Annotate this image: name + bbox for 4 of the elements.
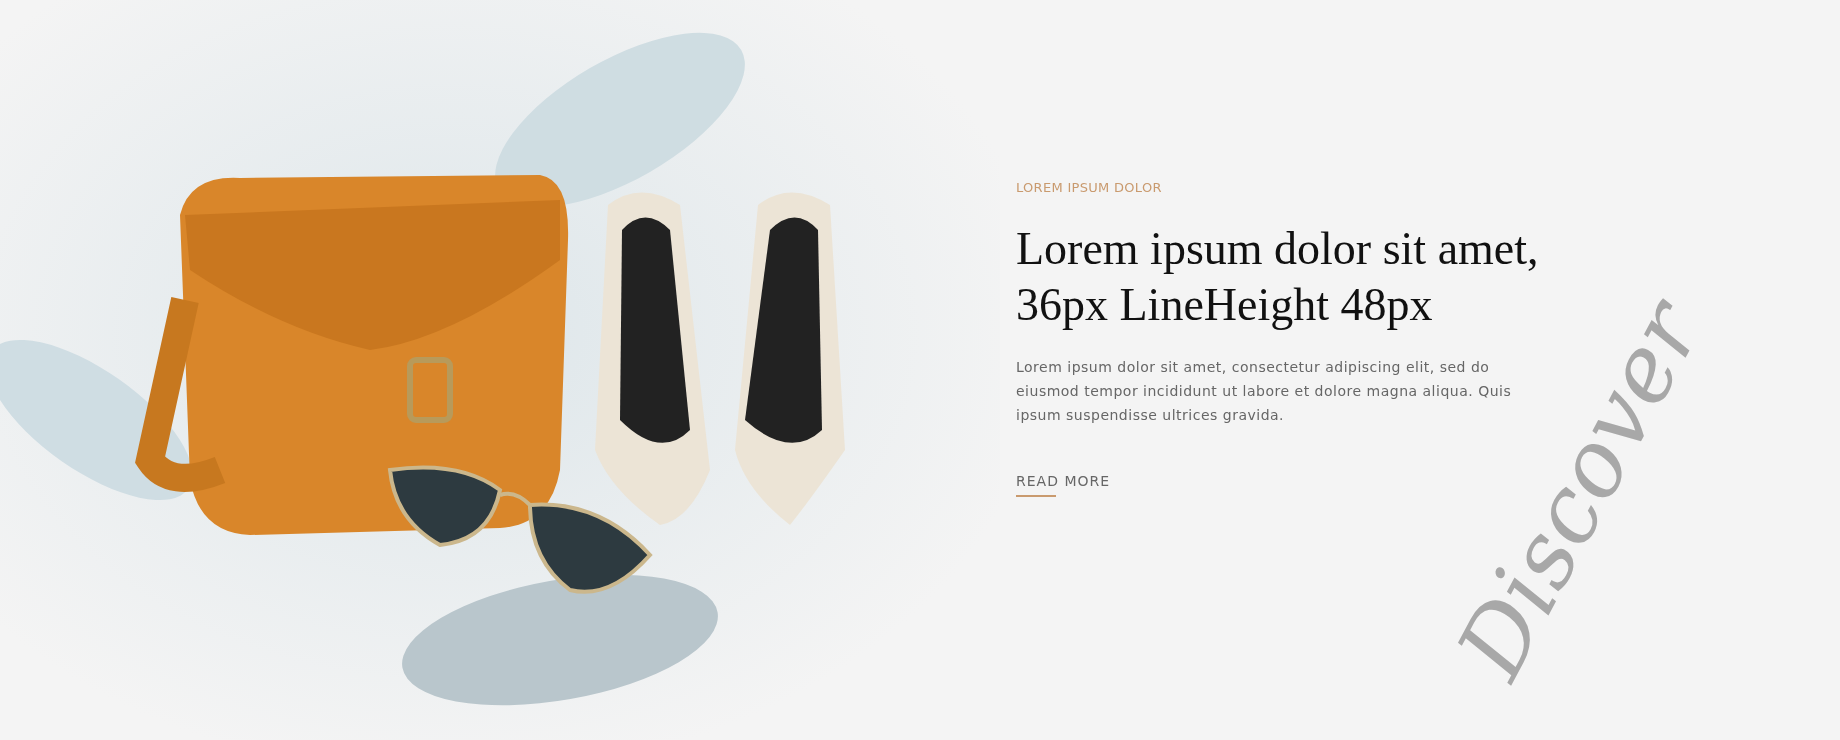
heading-line: 36px LineHeight 48px — [1016, 278, 1434, 332]
read-more-link[interactable]: READ MORE — [1016, 473, 1111, 497]
eyebrow-text: LOREM IPSUM DOLOR — [1016, 180, 1162, 195]
heading-line: Lorem ipsum dolor sit amet, — [1016, 222, 1539, 276]
